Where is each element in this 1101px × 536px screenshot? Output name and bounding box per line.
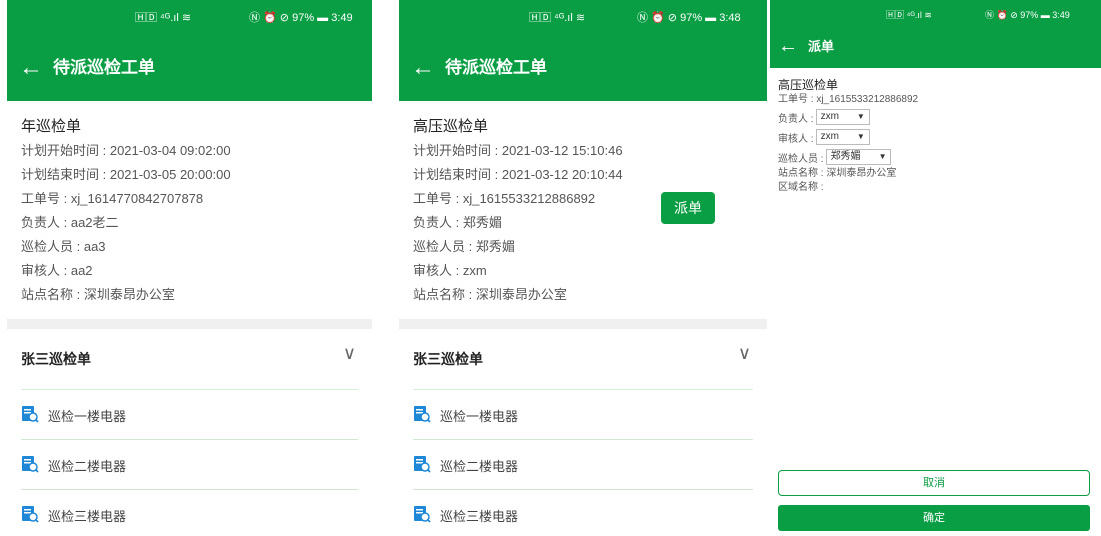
owner: 负责人 : aa2老二: [21, 215, 119, 230]
dispatch-button[interactable]: 派单: [661, 192, 715, 224]
inspector-select[interactable]: 郑秀媚 ▼: [825, 149, 892, 165]
section-divider: [7, 319, 372, 329]
dropdown-arrow-icon: ▼: [878, 152, 887, 161]
inspection-doc-icon: [414, 406, 431, 423]
list-item[interactable]: 巡检二楼电器: [21, 440, 358, 490]
station-name: 站点名称 : 深圳泰昂办公室: [778, 168, 897, 179]
item-label: 巡检三楼电器: [48, 509, 127, 524]
title-bar: ← 待派巡检工单: [399, 36, 767, 101]
status-bar: 🄷🄳 ⁴ᴳ.ıl ≋ Ⓝ ⏰ ⊘ 97% ▬ 3:48: [399, 0, 767, 36]
reviewer-label: 审核人 :: [778, 133, 814, 145]
order-number: 工单号 : xj_1615533212886892: [778, 94, 919, 105]
owner-value: zxm: [820, 111, 839, 122]
inspector-row: 巡检人员 : 郑秀媚 ▼: [778, 148, 1093, 166]
owner-row: 负责人 : zxm ▼: [778, 108, 1093, 126]
page-title: 待派巡检工单: [445, 58, 547, 77]
inspector: 巡检人员 : 郑秀媚: [413, 239, 515, 254]
order-name: 高压巡检单: [778, 78, 839, 92]
chevron-down-icon[interactable]: ∨: [738, 343, 751, 364]
order-number: 工单号 : xj_1614770842707878: [21, 191, 204, 206]
group-header[interactable]: 张三巡检单 ∨: [413, 329, 753, 390]
inspector: 巡检人员 : aa3: [21, 239, 106, 254]
plan-end-time: 计划结束时间 : 2021-03-05 20:00:00: [21, 167, 231, 182]
status-right: Ⓝ ⏰ ⊘ 97% ▬ 3:48: [637, 12, 741, 24]
signal-indicators: 🄷🄳 ⁴ᴳ.ıl ≋: [886, 10, 932, 20]
dispatch-form: 高压巡检单 工单号 : xj_1615533212886892 负责人 : zx…: [770, 68, 1101, 194]
screen-pending-orders-2: 🄷🄳 ⁴ᴳ.ıl ≋ Ⓝ ⏰ ⊘ 97% ▬ 3:48 ← 待派巡检工单 高压巡…: [399, 0, 767, 536]
back-arrow-icon[interactable]: ←: [19, 54, 43, 82]
back-arrow-icon[interactable]: ←: [411, 54, 435, 82]
status-right: Ⓝ ⏰ ⊘ 97% ▬ 3:49: [249, 12, 353, 24]
chevron-down-icon[interactable]: ∨: [343, 343, 356, 364]
owner-select[interactable]: zxm ▼: [815, 109, 870, 125]
list-item[interactable]: 巡检二楼电器: [413, 440, 753, 490]
item-label: 巡检一楼电器: [440, 409, 519, 424]
signal-indicators: 🄷🄳 ⁴ᴳ.ıl ≋: [529, 12, 586, 24]
area-name: 区域名称 :: [778, 182, 824, 193]
back-arrow-icon[interactable]: ←: [778, 34, 802, 58]
group-header[interactable]: 张三巡检单 ∨: [21, 329, 358, 390]
inspection-doc-icon: [414, 456, 431, 473]
reviewer: 审核人 : aa2: [21, 263, 93, 278]
list-item[interactable]: 巡检三楼电器: [413, 490, 753, 536]
status-bar: 🄷🄳 ⁴ᴳ.ıl ≋ Ⓝ ⏰ ⊘ 97% ▬ 3:49: [770, 0, 1101, 30]
status-right: Ⓝ ⏰ ⊘ 97% ▬ 3:49: [985, 10, 1070, 20]
owner-label: 负责人 :: [778, 113, 814, 125]
page-title: 待派巡检工单: [53, 58, 155, 77]
item-label: 巡检二楼电器: [48, 459, 127, 474]
list-item[interactable]: 巡检一楼电器: [21, 390, 358, 440]
inspection-doc-icon: [22, 506, 39, 523]
group-title: 张三巡检单: [21, 351, 91, 367]
section-divider: [399, 319, 767, 329]
title-bar: ← 待派巡检工单: [7, 36, 372, 101]
status-bar: 🄷🄳 ⁴ᴳ.ıl ≋ Ⓝ ⏰ ⊘ 97% ▬ 3:49: [7, 0, 372, 36]
title-bar: ← 派单: [770, 30, 1101, 68]
plan-start-time: 计划开始时间 : 2021-03-04 09:02:00: [21, 143, 231, 158]
reviewer-select[interactable]: zxm ▼: [815, 129, 870, 145]
cancel-button[interactable]: 取消: [778, 470, 1090, 496]
station-name: 站点名称 : 深圳泰昂办公室: [413, 287, 567, 302]
confirm-button[interactable]: 确定: [778, 505, 1090, 531]
order-name: 高压巡检单: [413, 118, 489, 135]
item-label: 巡检一楼电器: [48, 409, 127, 424]
reviewer-value: zxm: [820, 131, 839, 142]
inspection-doc-icon: [22, 456, 39, 473]
plan-start-time: 计划开始时间 : 2021-03-12 15:10:46: [413, 143, 623, 158]
list-item[interactable]: 巡检一楼电器: [413, 390, 753, 440]
screen-pending-orders-1: 🄷🄳 ⁴ᴳ.ıl ≋ Ⓝ ⏰ ⊘ 97% ▬ 3:49 ← 待派巡检工单 年巡检…: [7, 0, 372, 536]
item-label: 巡检二楼电器: [440, 459, 519, 474]
page-title: 派单: [808, 39, 835, 54]
dropdown-arrow-icon: ▼: [856, 132, 865, 141]
dropdown-arrow-icon: ▼: [856, 112, 865, 121]
item-label: 巡检三楼电器: [440, 509, 519, 524]
inspection-doc-icon: [414, 506, 431, 523]
plan-end-time: 计划结束时间 : 2021-03-12 20:10:44: [413, 167, 623, 182]
list-item[interactable]: 巡检三楼电器: [21, 490, 358, 536]
reviewer-row: 审核人 : zxm ▼: [778, 128, 1093, 146]
inspector-label: 巡检人员 :: [778, 153, 824, 165]
group-title: 张三巡检单: [413, 351, 483, 367]
station-name: 站点名称 : 深圳泰昂办公室: [21, 287, 175, 302]
signal-indicators: 🄷🄳 ⁴ᴳ.ıl ≋: [135, 12, 192, 24]
screen-dispatch: 🄷🄳 ⁴ᴳ.ıl ≋ Ⓝ ⏰ ⊘ 97% ▬ 3:49 ← 派单 高压巡检单 工…: [770, 0, 1101, 536]
order-name: 年巡检单: [21, 118, 82, 135]
inspector-value: 郑秀媚: [830, 151, 861, 162]
order-info: 年巡检单 计划开始时间 : 2021-03-04 09:02:00 计划结束时间…: [7, 101, 372, 307]
inspection-doc-icon: [22, 406, 39, 423]
reviewer: 审核人 : zxm: [413, 263, 487, 278]
